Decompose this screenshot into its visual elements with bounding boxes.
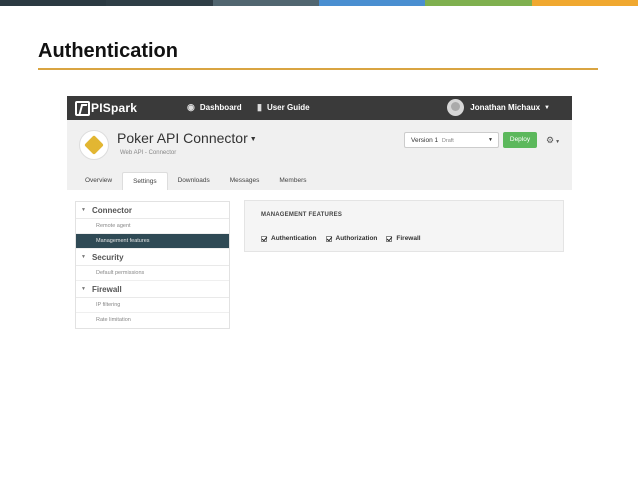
feature-authorization[interactable]: Authorization bbox=[325, 235, 378, 242]
nav-dashboard-label: Dashboard bbox=[199, 103, 242, 112]
nav-dashboard[interactable]: ◉ Dashboard bbox=[187, 102, 242, 113]
api-name: Poker API Connector bbox=[117, 130, 248, 146]
nav-user-guide[interactable]: ▮ User Guide bbox=[257, 102, 310, 113]
app-screenshot: PISpark ◉ Dashboard ▮ User Guide Jonatha… bbox=[67, 96, 572, 341]
sidebar-item-rate-limitation[interactable]: Rate limitation bbox=[76, 313, 229, 328]
sidebar-item-management-features[interactable]: Management features bbox=[76, 234, 229, 249]
apispark-logo-icon bbox=[75, 100, 90, 116]
gear-icon: ⚙ bbox=[545, 135, 555, 145]
feature-list: Authentication Authorization Firewall bbox=[261, 235, 430, 242]
tab-members[interactable]: Members bbox=[269, 172, 316, 190]
strip-segment bbox=[531, 0, 638, 6]
chevron-down-icon: ▼ bbox=[544, 104, 550, 111]
eye-icon: ◉ bbox=[187, 102, 195, 112]
api-subtitle: Web API - Connector bbox=[120, 150, 177, 156]
caret-down-icon: ▼ bbox=[81, 206, 86, 213]
sidebar-section-security[interactable]: ▼ Security bbox=[76, 249, 229, 266]
checkbox[interactable] bbox=[386, 235, 393, 242]
strip-segment bbox=[106, 0, 213, 6]
user-name: Jonathan Michaux bbox=[470, 103, 541, 112]
version-label: Version 1 bbox=[411, 137, 439, 144]
user-menu[interactable]: Jonathan Michaux ▼ bbox=[447, 99, 550, 116]
api-header: Poker API Connector ▼ Web API - Connector… bbox=[67, 120, 572, 190]
feature-label: Authorization bbox=[335, 235, 378, 242]
tab-downloads[interactable]: Downloads bbox=[168, 172, 220, 190]
management-features-panel: MANAGEMENT FEATURES Authentication Autho… bbox=[244, 200, 564, 252]
sidebar-section-title: Firewall bbox=[91, 284, 122, 294]
api-icon bbox=[79, 130, 109, 160]
chevron-down-icon: ▼ bbox=[555, 139, 561, 145]
sidebar-section-title: Connector bbox=[91, 205, 132, 215]
strip-segment bbox=[212, 0, 319, 6]
avatar bbox=[447, 99, 465, 116]
connector-icon bbox=[84, 135, 104, 155]
sidebar-section-title: Security bbox=[91, 252, 124, 262]
sidebar-section-connector[interactable]: ▼ Connector bbox=[76, 202, 229, 219]
tab-settings[interactable]: Settings bbox=[122, 172, 168, 190]
sidebar-item-ip-filtering[interactable]: IP filtering bbox=[76, 298, 229, 313]
caret-down-icon: ▼ bbox=[81, 253, 86, 260]
top-color-strip bbox=[0, 0, 638, 6]
logo[interactable]: PISpark bbox=[75, 100, 137, 116]
feature-label: Authentication bbox=[271, 235, 317, 242]
sidebar-section-firewall[interactable]: ▼ Firewall bbox=[76, 281, 229, 298]
strip-segment bbox=[425, 0, 532, 6]
feature-authentication[interactable]: Authentication bbox=[261, 235, 317, 242]
tab-bar: Overview Settings Downloads Messages Mem… bbox=[75, 172, 316, 190]
feature-label: Firewall bbox=[396, 235, 421, 242]
settings-sidebar: ▼ Connector Remote agent Management feat… bbox=[75, 201, 230, 329]
tab-messages[interactable]: Messages bbox=[220, 172, 270, 190]
chevron-down-icon: ▼ bbox=[488, 137, 493, 143]
checkbox[interactable] bbox=[261, 235, 267, 242]
title-rule bbox=[38, 68, 598, 70]
sidebar-item-default-permissions[interactable]: Default permissions bbox=[76, 266, 229, 281]
nav-user-guide-label: User Guide bbox=[266, 103, 310, 112]
checkbox[interactable] bbox=[325, 235, 332, 242]
slide-title: Authentication bbox=[38, 40, 178, 62]
caret-down-icon: ▼ bbox=[249, 135, 257, 143]
sidebar-item-remote-agent[interactable]: Remote agent bbox=[76, 219, 229, 234]
api-name-menu[interactable]: Poker API Connector ▼ bbox=[117, 130, 257, 146]
book-icon: ▮ bbox=[257, 102, 262, 112]
navbar: PISpark ◉ Dashboard ▮ User Guide Jonatha… bbox=[67, 96, 572, 120]
caret-down-icon: ▼ bbox=[81, 285, 86, 292]
version-status: Draft bbox=[441, 138, 454, 144]
strip-segment bbox=[318, 0, 426, 6]
deploy-button[interactable]: Deploy bbox=[503, 132, 537, 148]
version-select[interactable]: Version 1 Draft ▼ bbox=[404, 132, 499, 148]
tab-overview[interactable]: Overview bbox=[75, 172, 122, 190]
settings-menu-button[interactable]: ⚙▼ bbox=[542, 132, 564, 148]
logo-text: PISpark bbox=[91, 101, 138, 115]
feature-firewall[interactable]: Firewall bbox=[386, 235, 421, 242]
strip-segment bbox=[0, 0, 107, 6]
panel-title: MANAGEMENT FEATURES bbox=[261, 212, 343, 218]
